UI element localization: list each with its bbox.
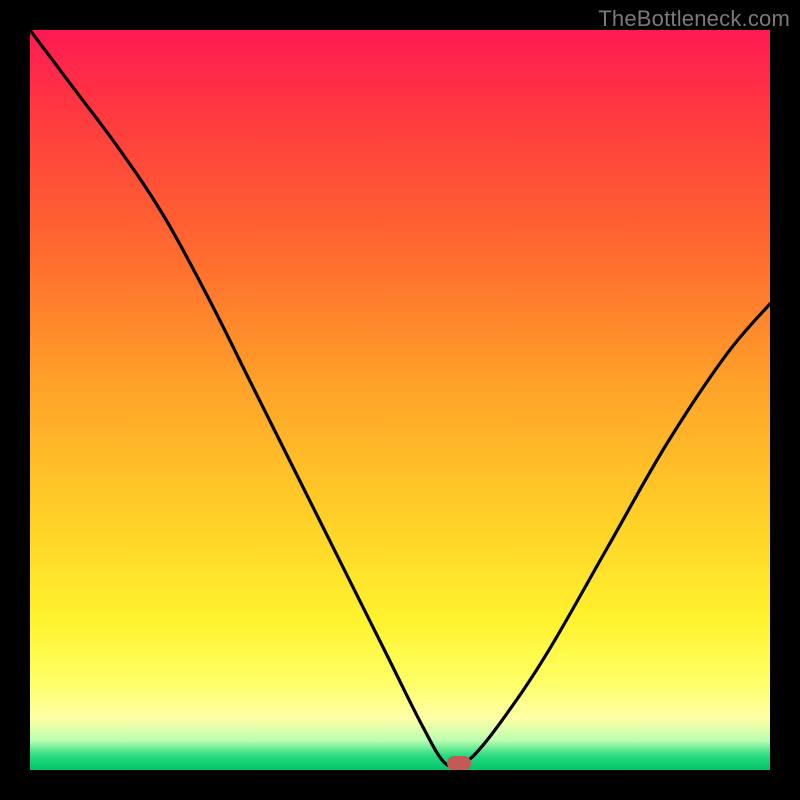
curve-svg xyxy=(30,30,770,770)
minimum-marker xyxy=(447,756,471,770)
watermark-text: TheBottleneck.com xyxy=(598,6,790,32)
chart-frame: TheBottleneck.com xyxy=(0,0,800,800)
plot-area xyxy=(30,30,770,770)
bottleneck-curve-path xyxy=(30,30,770,766)
